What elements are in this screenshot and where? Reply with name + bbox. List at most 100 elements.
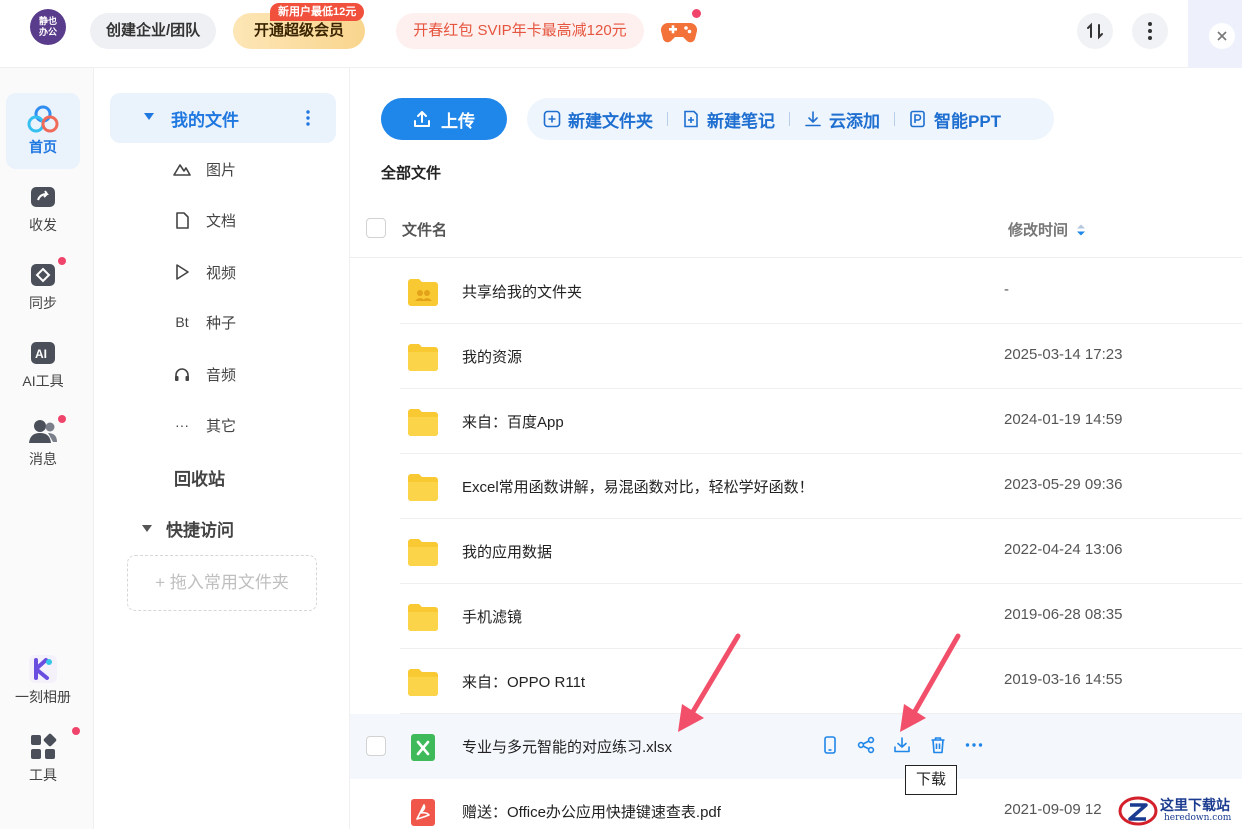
folder-icon (408, 344, 438, 371)
file-name[interactable]: 我的资源 (462, 346, 522, 367)
upload-icon (414, 111, 430, 127)
file-time: 2019-03-16 14:55 (1004, 671, 1123, 688)
more-menu-button[interactable] (1132, 13, 1168, 49)
nav-label: 其它 (206, 417, 237, 435)
nav-item-other[interactable]: ··· 其它 (172, 413, 236, 437)
game-controller-icon[interactable] (660, 14, 698, 46)
excel-file-icon (411, 734, 435, 761)
file-row[interactable]: Excel常用函数讲解，易混函数对比，轻松学好函数！ 2023-05-29 09… (350, 454, 1242, 519)
rail-label: 首页 (29, 139, 57, 155)
avatar[interactable]: 静也办公 (30, 9, 66, 45)
new-note-icon (684, 110, 698, 128)
rail-label: 收发 (29, 217, 57, 233)
file-name[interactable]: 手机滤镜 (462, 606, 522, 627)
file-name[interactable]: 我的应用数据 (462, 541, 552, 562)
nav-item-audio[interactable]: 音频 (172, 362, 236, 386)
nav-item-recycle-bin[interactable]: 回收站 (174, 465, 225, 490)
sync-icon (27, 259, 59, 291)
folder-icon (408, 409, 438, 436)
row-checkbox[interactable] (366, 736, 386, 756)
close-button[interactable] (1209, 23, 1235, 49)
more-actions-icon[interactable] (964, 735, 984, 755)
top-bar: 静也办公 创建企业/团队 开通超级会员 新用户最低12元 开春红包 SVIP年卡… (0, 0, 1242, 68)
annotation-arrow (678, 633, 741, 732)
rail-item-messages[interactable]: 消息 (6, 405, 80, 481)
nav-item-videos[interactable]: 视频 (172, 260, 236, 284)
toolbar: 新建文件夹 新建笔记 云添加 智能PPT (527, 98, 1054, 140)
ai-icon: AI (27, 337, 59, 369)
file-row[interactable]: 我的应用数据 2022-04-24 13:06 (350, 519, 1242, 584)
nav-item-documents[interactable]: 文档 (172, 208, 236, 232)
rail-item-ai-tools[interactable]: AI AI工具 (6, 327, 80, 403)
notification-dot (692, 9, 701, 18)
file-name[interactable]: 赠送：Office办公应用快捷键速查表.pdf (462, 801, 721, 822)
rail-item-share[interactable]: 收发 (6, 171, 80, 247)
download-icon[interactable] (892, 735, 912, 755)
kebab-icon (1148, 22, 1152, 40)
users-icon (27, 415, 59, 447)
file-row[interactable]: 共享给我的文件夹 - (350, 259, 1242, 324)
transfer-arrows-icon (1087, 22, 1103, 40)
share-icon[interactable] (856, 735, 876, 755)
nav-label: 我的文件 (171, 111, 239, 130)
upload-button[interactable]: 上传 (381, 98, 507, 140)
file-row[interactable]: 来自：百度App 2024-01-19 14:59 (350, 389, 1242, 454)
file-row[interactable]: 我的资源 2025-03-14 17:23 (350, 324, 1242, 389)
column-header-time[interactable]: 修改时间 (1008, 219, 1086, 240)
smart-ppt-button[interactable]: 智能PPT (909, 107, 1001, 132)
transfer-button[interactable] (1077, 13, 1113, 49)
promo-button[interactable]: 开春红包 SVIP年卡最高减120元 (396, 13, 644, 49)
notification-dot (72, 727, 80, 735)
delete-icon[interactable] (928, 735, 948, 755)
download-icon (805, 111, 821, 127)
file-row[interactable]: 手机滤镜 2019-06-28 08:35 (350, 584, 1242, 649)
new-folder-button[interactable]: 新建文件夹 (543, 107, 653, 132)
ellipsis-icon: ··· (175, 417, 189, 433)
document-icon (172, 210, 192, 230)
folder-icon (408, 669, 438, 696)
file-time: 2024-01-19 14:59 (1004, 411, 1123, 428)
column-header-name[interactable]: 文件名 (402, 219, 447, 240)
create-team-button[interactable]: 创建企业/团队 (90, 13, 217, 49)
toolbar-divider (667, 112, 668, 126)
notification-dot (58, 415, 66, 423)
rail-item-album[interactable]: 一刻相册 (4, 643, 82, 719)
file-time: 2025-03-14 17:23 (1004, 346, 1123, 363)
select-all-checkbox[interactable] (366, 218, 386, 238)
file-time: 2023-05-29 09:36 (1004, 476, 1123, 493)
file-row[interactable]: 专业与多元智能的对应练习.xlsx (350, 714, 1242, 779)
send-to-phone-icon[interactable] (820, 735, 840, 755)
file-name[interactable]: 共享给我的文件夹 (462, 281, 582, 302)
nav-item-torrents[interactable]: Bt 种子 (172, 310, 236, 334)
nav-item-images[interactable]: 图片 (172, 157, 236, 181)
upload-label: 上传 (441, 111, 475, 131)
file-name[interactable]: 来自：百度App (462, 411, 564, 432)
nav-panel: 我的文件 图片 文档 视频 Bt 种子 音频 ··· 其它 回收站 快捷访问 +… (94, 68, 350, 829)
close-icon (1217, 31, 1227, 41)
file-name[interactable]: 来自：OPPO R11t (462, 671, 585, 692)
nav-label: 快捷访问 (166, 521, 234, 540)
share-folder-icon (27, 181, 59, 213)
file-time: 2022-04-24 13:06 (1004, 541, 1123, 558)
rail-item-sync[interactable]: 同步 (6, 249, 80, 325)
file-name[interactable]: Excel常用函数讲解，易混函数对比，轻松学好函数！ (462, 476, 814, 497)
new-note-button[interactable]: 新建笔记 (682, 107, 775, 132)
favorite-drop-zone[interactable]: + 拖入常用文件夹 (127, 555, 317, 611)
breadcrumb[interactable]: 全部文件 (381, 162, 441, 183)
album-icon (27, 653, 59, 685)
bt-icon: Bt (175, 314, 189, 330)
rail-label: 工具 (29, 767, 57, 783)
rail-item-home[interactable]: 首页 (6, 93, 80, 169)
nav-label: 视频 (206, 264, 237, 282)
file-name[interactable]: 专业与多元智能的对应练习.xlsx (462, 736, 672, 757)
cloud-add-button[interactable]: 云添加 (804, 107, 880, 132)
rail-item-tools[interactable]: 工具 (6, 721, 80, 797)
nav-item-my-files[interactable]: 我的文件 (110, 93, 336, 143)
file-row[interactable]: 来自：OPPO R11t 2019-03-16 14:55 (350, 649, 1242, 714)
main-content: 上传 新建文件夹 新建笔记 云添加 智能PPT 全部文件 文件名 修改时间 共享… (350, 68, 1242, 829)
watermark: 这里下载站 heredown.com (1110, 792, 1242, 829)
svg-text:AI: AI (35, 347, 47, 361)
nav-item-quick-access[interactable]: 快捷访问 (142, 516, 234, 541)
folder-icon (408, 474, 438, 501)
file-row[interactable]: 赠送：Office办公应用快捷键速查表.pdf 2021-09-09 12 (350, 779, 1242, 829)
